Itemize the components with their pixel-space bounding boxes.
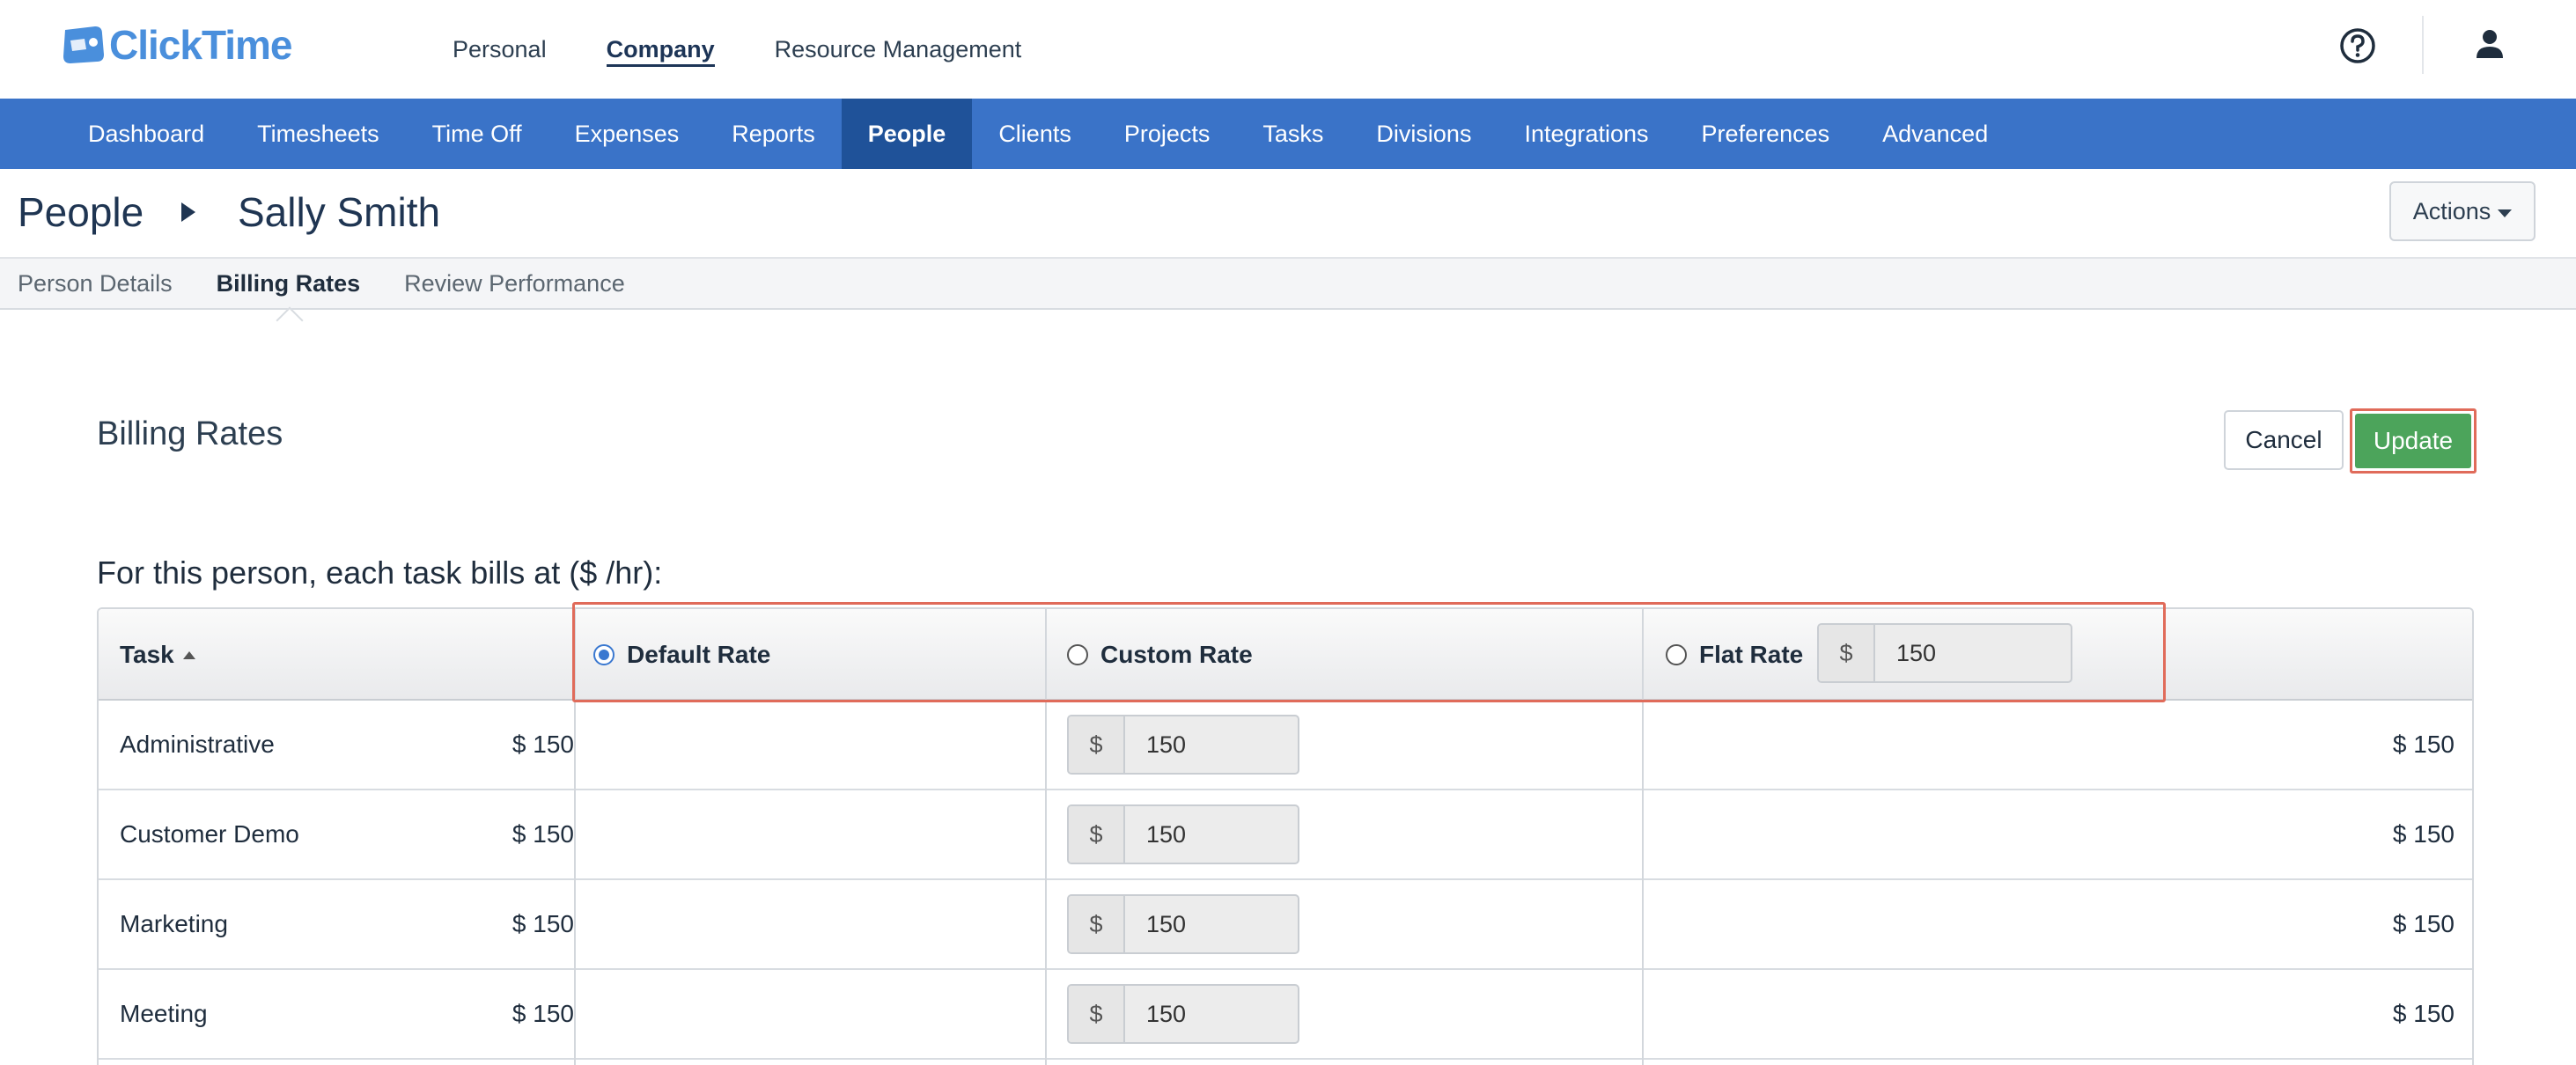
logo[interactable]: ClickTime xyxy=(60,19,292,70)
custom-rate-option[interactable]: Custom Rate xyxy=(1067,641,1253,669)
billing-rates-table: Task Default Rate Custom Rate Flat Rate … xyxy=(97,607,2474,1065)
custom-rate-value[interactable]: 150 xyxy=(1125,716,1298,773)
user-icon[interactable] xyxy=(2470,25,2509,63)
custom-rate-input[interactable]: $150 xyxy=(1067,715,1299,775)
currency-prefix: $ xyxy=(1069,896,1125,952)
default-rate-value: $ 150 xyxy=(512,820,574,848)
task-header-label: Task xyxy=(120,641,174,668)
nav-expenses[interactable]: Expenses xyxy=(548,99,706,169)
flat-rate-label: Flat Rate xyxy=(1699,641,1804,668)
task-name: Administrative xyxy=(120,731,275,758)
table-row: Marketing $ 150 $150 $ 150 xyxy=(99,880,2472,970)
table-header: Task Default Rate Custom Rate Flat Rate … xyxy=(99,609,2472,701)
tab-review-performance[interactable]: Review Performance xyxy=(404,270,625,297)
main-nav: Dashboard Timesheets Time Off Expenses Repor… xyxy=(0,99,2576,169)
nav-integrations[interactable]: Integrations xyxy=(1498,99,1674,169)
tab-billing-rates[interactable]: Billing Rates xyxy=(217,270,361,297)
top-header: ClickTime Personal Company Resource Manage… xyxy=(0,0,2576,99)
task-column-header[interactable]: Task xyxy=(120,641,195,669)
nav-timesheets[interactable]: Timesheets xyxy=(231,99,406,169)
flat-rate-input[interactable]: $ 150 xyxy=(1817,623,2072,683)
logo-text: ClickTime xyxy=(109,22,292,68)
custom-rate-radio[interactable] xyxy=(1067,644,1088,665)
flat-rate-value[interactable]: 150 xyxy=(1875,625,2071,681)
help-circle-icon[interactable] xyxy=(2338,26,2377,65)
clicktime-logo-icon xyxy=(60,23,107,67)
nav-people[interactable]: People xyxy=(841,99,973,169)
nav-preferences[interactable]: Preferences xyxy=(1675,99,1857,169)
default-rate-value: $ 150 xyxy=(512,1000,574,1027)
table-row: Administrative $ 150 $150 $ 150 xyxy=(99,701,2472,790)
billing-intro: For this person, each task bills at ($ /… xyxy=(97,555,663,591)
section-title: Billing Rates xyxy=(97,415,283,452)
task-name: Meeting xyxy=(120,1000,208,1027)
flat-rate-radio[interactable] xyxy=(1666,644,1687,665)
nav-divisions[interactable]: Divisions xyxy=(1350,99,1498,169)
default-rate-label: Default Rate xyxy=(627,641,771,668)
top-nav-company[interactable]: Company xyxy=(606,0,715,99)
custom-rate-input[interactable]: $150 xyxy=(1067,984,1299,1044)
task-name: Marketing xyxy=(120,910,228,937)
breadcrumb-arrow-icon xyxy=(181,202,195,222)
table-row: Customer Demo $ 150 $150 $ 150 xyxy=(99,790,2472,880)
top-nav-personal[interactable]: Personal xyxy=(453,0,547,99)
default-rate-radio[interactable] xyxy=(593,644,615,665)
default-rate-value: $ 150 xyxy=(512,910,574,937)
top-nav-resource-management[interactable]: Resource Management xyxy=(775,0,1022,99)
default-rate-value: $ 150 xyxy=(512,731,574,758)
flat-rate-option[interactable]: Flat Rate xyxy=(1666,641,1803,669)
nav-tasks[interactable]: Tasks xyxy=(1236,99,1350,169)
top-nav: Personal Company Resource Management xyxy=(453,0,1081,99)
update-highlight: Update xyxy=(2350,408,2477,474)
currency-prefix: $ xyxy=(1069,986,1125,1042)
sort-ascending-icon xyxy=(182,650,195,659)
page-heading: People Sally Smith Actions xyxy=(0,169,2576,257)
actions-dropdown-button[interactable]: Actions xyxy=(2389,181,2536,241)
nav-advanced[interactable]: Advanced xyxy=(1856,99,2014,169)
currency-prefix: $ xyxy=(1069,716,1125,773)
table-row: Meeting $ 150 $150 $ 150 xyxy=(99,970,2472,1060)
default-rate-option[interactable]: Default Rate xyxy=(593,641,770,669)
custom-rate-label: Custom Rate xyxy=(1100,641,1253,668)
nav-time-off[interactable]: Time Off xyxy=(406,99,548,169)
custom-rate-value[interactable]: 150 xyxy=(1125,806,1298,863)
column-divider xyxy=(1642,609,1644,1065)
flat-rate-value: $ 150 xyxy=(2392,820,2455,848)
custom-rate-value[interactable]: 150 xyxy=(1125,896,1298,952)
flat-rate-value: $ 150 xyxy=(2392,1000,2455,1027)
column-divider xyxy=(1045,609,1047,1065)
actions-label: Actions xyxy=(2412,197,2491,224)
flat-rate-value: $ 150 xyxy=(2392,731,2455,758)
column-divider xyxy=(574,609,576,1065)
nav-reports[interactable]: Reports xyxy=(705,99,842,169)
header-divider xyxy=(2422,16,2424,74)
nav-clients[interactable]: Clients xyxy=(972,99,1098,169)
cancel-button[interactable]: Cancel xyxy=(2224,410,2344,470)
custom-rate-input[interactable]: $150 xyxy=(1067,804,1299,864)
caret-down-icon xyxy=(2498,209,2513,217)
sub-tabs: Person Details Billing Rates Review Perfor… xyxy=(0,257,2576,310)
tab-person-details[interactable]: Person Details xyxy=(18,270,173,297)
currency-prefix: $ xyxy=(1819,625,1875,681)
breadcrumb-section[interactable]: People xyxy=(18,188,144,236)
nav-dashboard[interactable]: Dashboard xyxy=(62,99,231,169)
custom-rate-value[interactable]: 150 xyxy=(1125,986,1298,1042)
custom-rate-input[interactable]: $150 xyxy=(1067,894,1299,954)
page-title: Sally Smith xyxy=(238,189,441,235)
currency-prefix: $ xyxy=(1069,806,1125,863)
update-button[interactable]: Update xyxy=(2355,414,2471,468)
nav-projects[interactable]: Projects xyxy=(1098,99,1237,169)
task-name: Customer Demo xyxy=(120,820,299,848)
flat-rate-value: $ 150 xyxy=(2392,910,2455,937)
